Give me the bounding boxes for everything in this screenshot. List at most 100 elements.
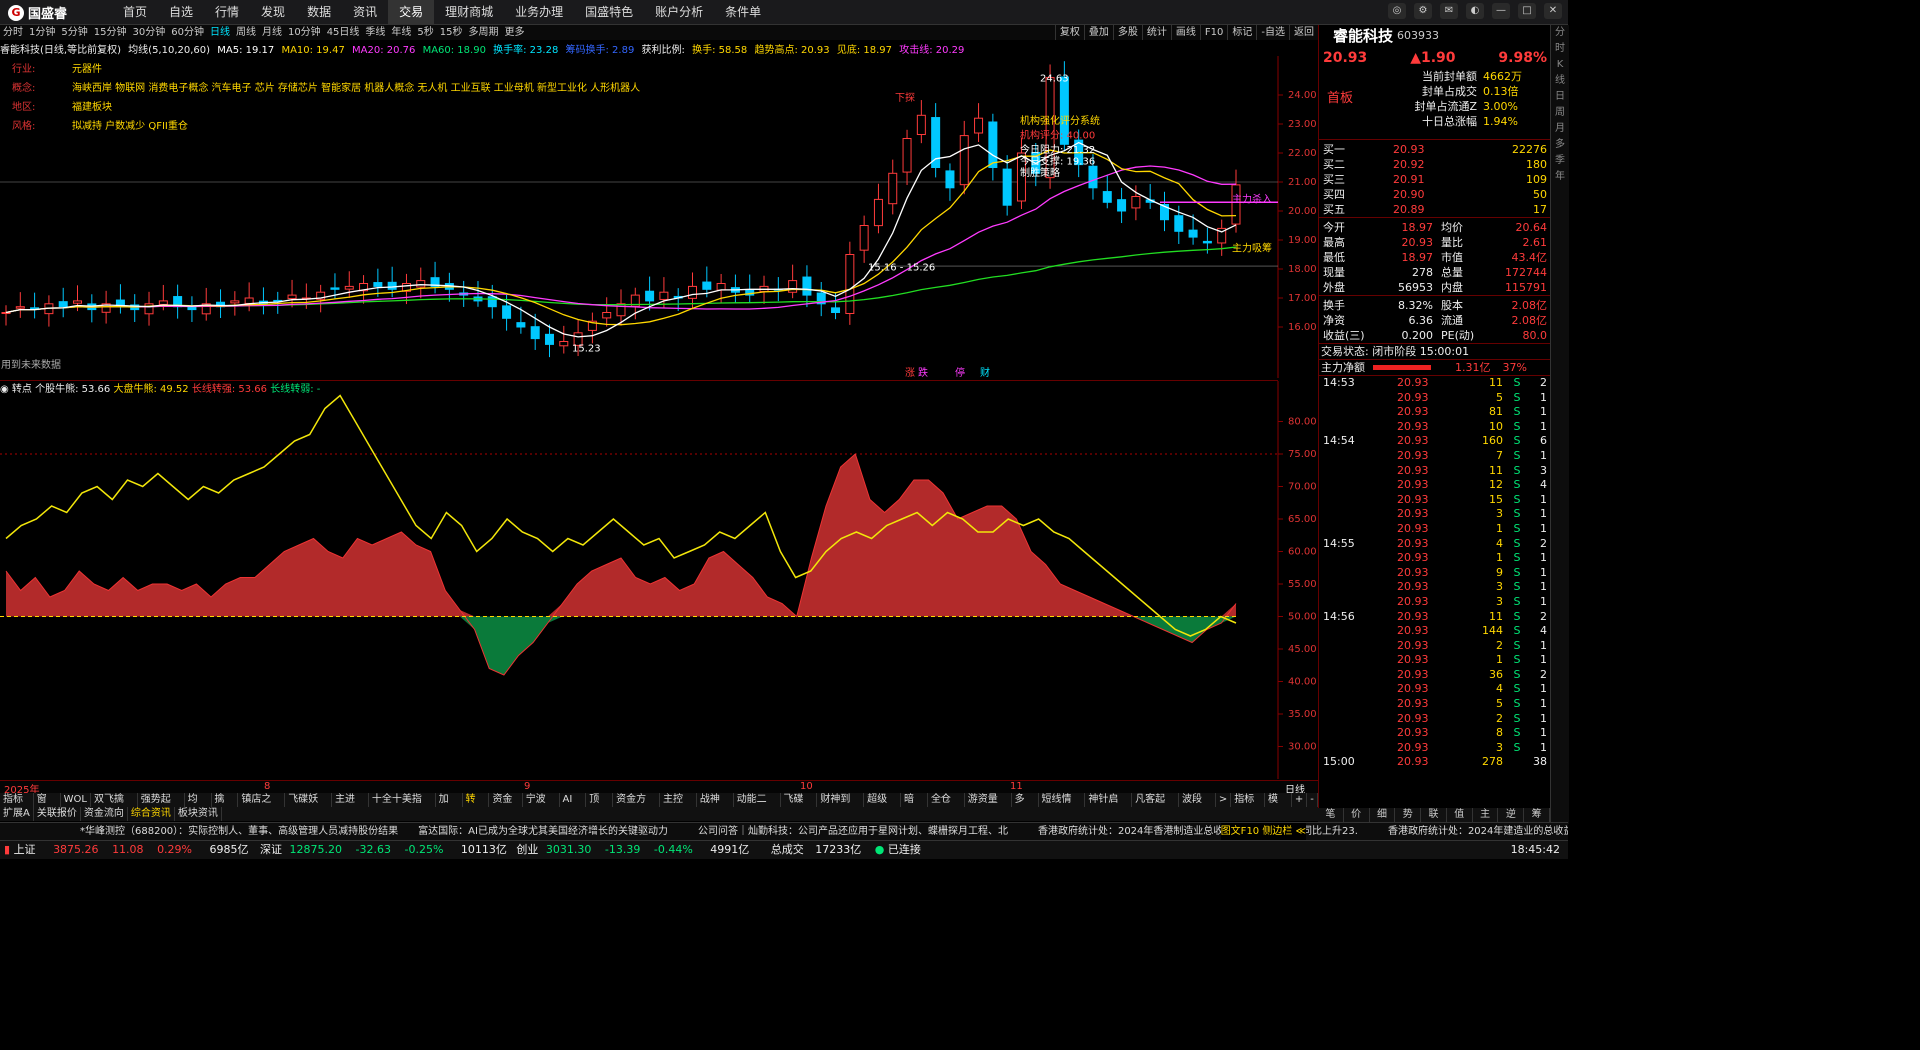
- period-3[interactable]: 15分钟: [91, 25, 130, 40]
- side-icon[interactable]: K: [1557, 59, 1564, 71]
- indicator-tab[interactable]: 主控盘: [660, 793, 697, 819]
- maximize-icon[interactable]: □: [1518, 3, 1536, 19]
- candle-body[interactable]: [688, 285, 698, 299]
- quote-tab[interactable]: 主: [1473, 808, 1499, 822]
- quote-tab[interactable]: 值: [1447, 808, 1473, 822]
- ma-label[interactable]: 均线(5,10,20,60): [128, 45, 210, 56]
- sub-indicator-chart[interactable]: 80.00 75.00 70.00 65.00 60.00 55.00 50.00 45.00…: [0, 380, 1317, 779]
- candle-body[interactable]: [287, 294, 297, 300]
- app-logo[interactable]: G 国盛睿: [8, 3, 67, 22]
- candle-body[interactable]: [1117, 199, 1127, 212]
- skin-icon[interactable]: ◐: [1466, 3, 1484, 19]
- chart-tool-8[interactable]: 返回: [1289, 25, 1318, 40]
- period-10[interactable]: 45日线: [324, 25, 363, 40]
- side-icon[interactable]: 线: [1555, 75, 1565, 87]
- indicator-tab[interactable]: 超级进: [864, 793, 902, 819]
- side-icon[interactable]: 年: [1555, 171, 1565, 183]
- period-15[interactable]: 多周期: [466, 25, 502, 40]
- candle-body[interactable]: [645, 290, 655, 302]
- candle-body[interactable]: [1002, 168, 1012, 206]
- indicator-tab[interactable]: 镇店之宝: [238, 793, 286, 819]
- period-12[interactable]: 年线: [388, 25, 414, 40]
- indicator-tab[interactable]: 多空: [1012, 793, 1039, 819]
- chart-tool-7[interactable]: -自选: [1256, 25, 1289, 40]
- candle-body[interactable]: [387, 281, 397, 290]
- kline-chart[interactable]: 24.00 23.00 22.00 21.00 20.00 19.00 18.00 17.00…: [0, 56, 1317, 378]
- indicator-tab[interactable]: 短线情绪: [1039, 793, 1086, 819]
- indicator-tab[interactable]: 指标A: [0, 793, 34, 819]
- extension-tab[interactable]: 板块资讯: [175, 807, 222, 821]
- candle-body[interactable]: [888, 172, 898, 205]
- event-legend[interactable]: 停: [955, 366, 965, 378]
- news-text[interactable]: *华峰测控（688200）：实际控制人、董事、高级管理人员减持股份结果 富达国际…: [80, 826, 1568, 837]
- extension-tab[interactable]: 综合资讯: [128, 807, 175, 821]
- quote-tab[interactable]: 联: [1421, 808, 1447, 822]
- side-icon[interactable]: 季: [1555, 155, 1565, 167]
- candle-body[interactable]: [230, 300, 240, 304]
- candle-body[interactable]: [416, 280, 426, 288]
- period-9[interactable]: 10分钟: [285, 25, 324, 40]
- candle-body[interactable]: [15, 306, 25, 309]
- chart-tool-0[interactable]: 复权: [1054, 25, 1084, 40]
- extension-tab[interactable]: 扩展A: [0, 807, 34, 821]
- indicator-name[interactable]: 转点: [12, 384, 32, 395]
- candle-body[interactable]: [845, 254, 855, 314]
- indicator-tab[interactable]: 财神到家: [817, 793, 865, 819]
- period-4[interactable]: 30分钟: [129, 25, 168, 40]
- menu-item-1[interactable]: 自选: [158, 0, 204, 24]
- menu-item-0[interactable]: 首页: [112, 0, 158, 24]
- close-icon[interactable]: ✕: [1544, 3, 1562, 19]
- indicator-tab[interactable]: 神针启动: [1085, 793, 1133, 819]
- bid-row[interactable]: 买四 20.90 50: [1319, 187, 1551, 202]
- candle-body[interactable]: [788, 280, 798, 293]
- indicator-tab[interactable]: 指标B: [1231, 793, 1265, 819]
- indicator-tab[interactable]: WOL: [61, 793, 91, 807]
- candle-body[interactable]: [859, 225, 869, 251]
- indicator-tab[interactable]: -: [1307, 793, 1318, 807]
- candle-body[interactable]: [559, 341, 569, 347]
- indicator-tab[interactable]: 窗口: [34, 793, 61, 819]
- period-2[interactable]: 5分钟: [58, 25, 90, 40]
- chart-tool-3[interactable]: 统计: [1141, 25, 1171, 40]
- chart-tool-1[interactable]: 叠加: [1083, 25, 1113, 40]
- news-ticker[interactable]: *华峰测控（688200）：实际控制人、董事、高级管理人员减持股份结果 富达国际…: [0, 822, 1568, 841]
- period-1[interactable]: 1分钟: [26, 25, 58, 40]
- gear-icon[interactable]: ⚙: [1414, 3, 1432, 19]
- candle-body[interactable]: [974, 117, 984, 134]
- candle-body[interactable]: [959, 135, 969, 186]
- bid-row[interactable]: 买一 20.93 22276: [1319, 142, 1551, 157]
- period-13[interactable]: 5秒: [414, 25, 436, 40]
- candle-body[interactable]: [1102, 191, 1112, 203]
- period-0[interactable]: 分时: [0, 25, 26, 40]
- chart-tool-6[interactable]: 标记: [1227, 25, 1256, 40]
- side-icon[interactable]: 日: [1555, 91, 1565, 103]
- mail-icon[interactable]: ✉: [1440, 3, 1458, 19]
- menu-item-9[interactable]: 国盛特色: [574, 0, 644, 24]
- candle-body[interactable]: [373, 282, 383, 287]
- indicator-tab[interactable]: 波段王: [1179, 793, 1216, 819]
- indicator-tab[interactable]: 飞碟妖龙: [285, 793, 333, 819]
- menu-item-5[interactable]: 资讯: [342, 0, 388, 24]
- indicator-tab[interactable]: AI龙: [560, 793, 587, 819]
- indicator-tab[interactable]: 动能二号: [734, 793, 781, 819]
- candle-body[interactable]: [158, 300, 168, 305]
- period-11[interactable]: 季线: [362, 25, 388, 40]
- period-6[interactable]: 日线: [207, 25, 233, 40]
- indicator-tab[interactable]: 资金方向: [613, 793, 660, 819]
- candle-body[interactable]: [916, 114, 926, 136]
- candle-body[interactable]: [502, 305, 512, 319]
- period-5[interactable]: 60分钟: [168, 25, 207, 40]
- period-16[interactable]: 更多: [502, 25, 528, 40]
- candle-body[interactable]: [931, 117, 941, 168]
- indicator-tab[interactable]: >: [1216, 793, 1232, 807]
- quote-tab[interactable]: 逆: [1498, 808, 1525, 822]
- candle-body[interactable]: [902, 138, 912, 173]
- menu-item-7[interactable]: 理财商城: [434, 0, 504, 24]
- candle-body[interactable]: [1174, 215, 1184, 232]
- candle-body[interactable]: [988, 121, 998, 168]
- chat-icon[interactable]: ◎: [1388, 3, 1406, 19]
- event-legend[interactable]: 跌: [918, 366, 928, 378]
- candle-body[interactable]: [530, 326, 540, 340]
- event-legend[interactable]: 财: [980, 366, 990, 378]
- indicator-tab[interactable]: 宁波敢: [523, 793, 560, 819]
